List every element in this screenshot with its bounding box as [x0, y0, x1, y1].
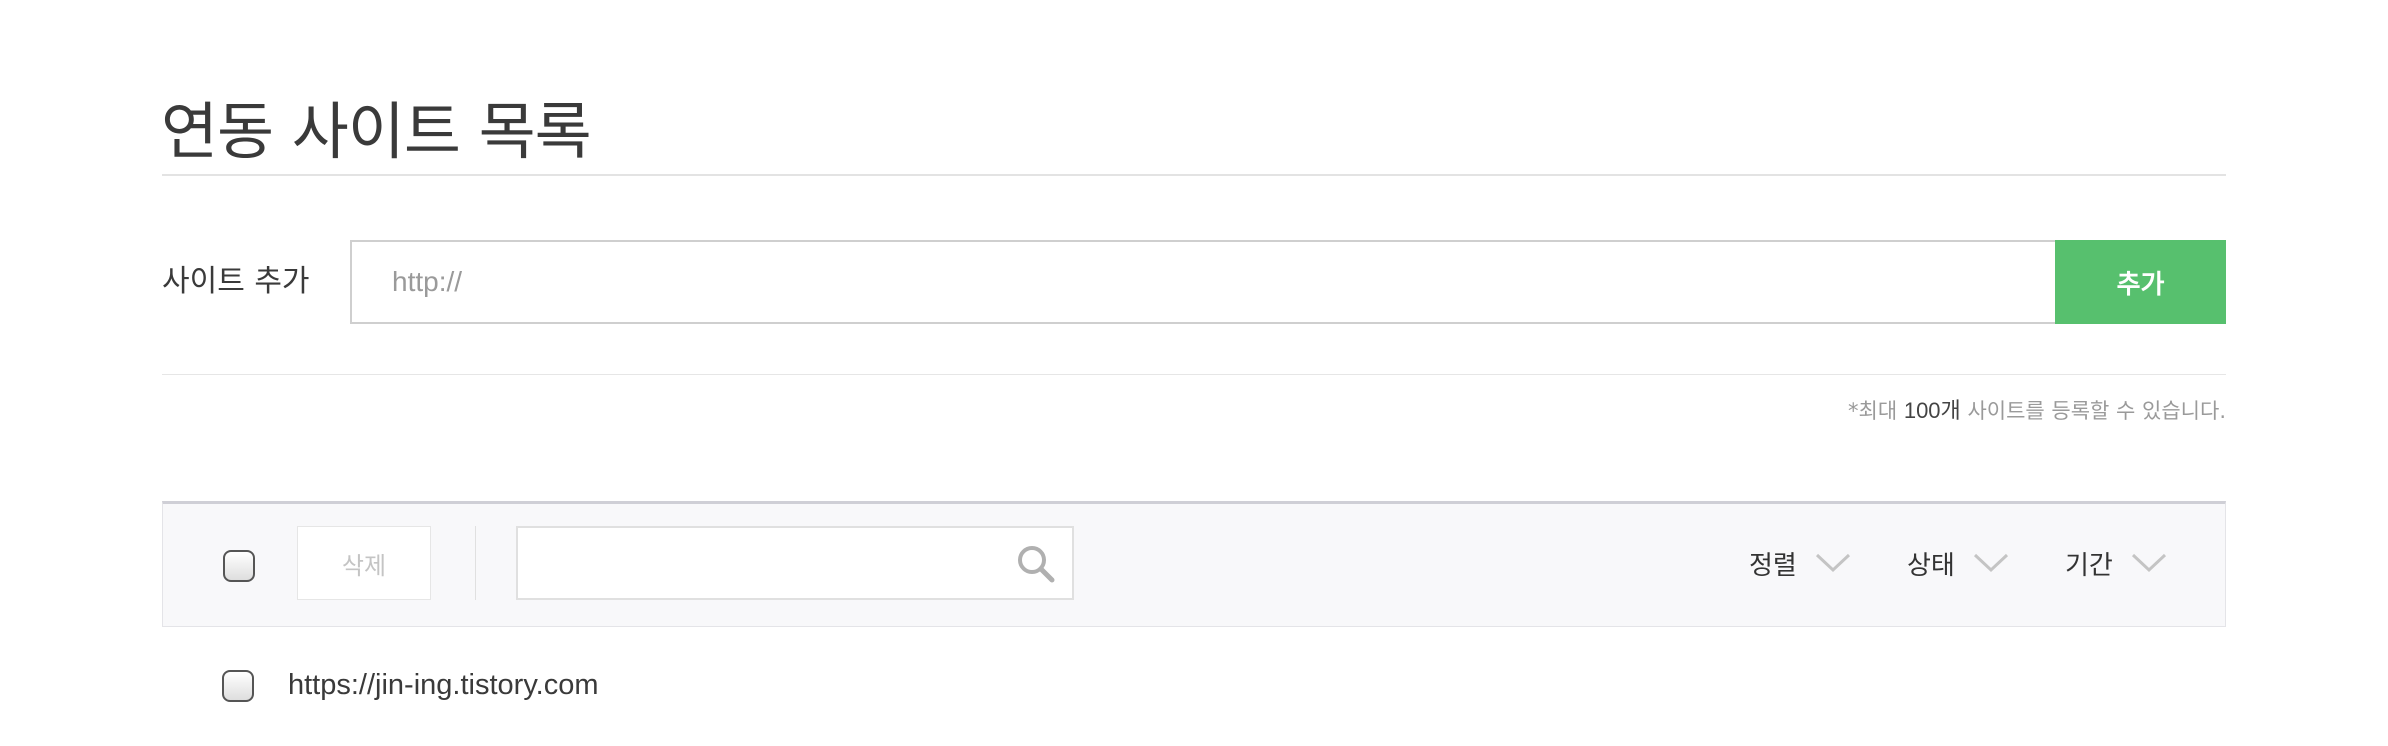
title-divider [162, 174, 2226, 176]
sort-dropdown-label: 정렬 [1749, 550, 1797, 581]
select-all-checkbox[interactable] [223, 550, 255, 582]
period-dropdown-label: 기간 [2065, 550, 2113, 581]
add-site-label: 사이트 추가 [162, 264, 310, 299]
toolbar-separator [475, 526, 476, 600]
limit-note-count: 100개 [1903, 398, 1961, 423]
sort-dropdown[interactable]: 정렬 [1749, 526, 1851, 600]
chevron-down-icon [1973, 553, 2008, 573]
add-site-button[interactable]: 추가 [2055, 240, 2226, 324]
add-site-row: 사이트 추가 추가 [162, 240, 2226, 324]
list-item: https://jin-ing.tistory.com [162, 650, 2226, 720]
site-url-input[interactable] [350, 240, 2094, 324]
search-icon[interactable] [1014, 542, 1058, 586]
list-toolbar: 삭제 정렬 상태 기간 [162, 501, 2226, 627]
limit-note-suffix: 사이트를 등록할 수 있습니다. [1960, 399, 2226, 423]
chevron-down-icon [1815, 553, 1850, 573]
add-row-divider [162, 374, 2226, 375]
delete-button[interactable]: 삭제 [297, 526, 431, 600]
limit-note-prefix: *최대 [1848, 399, 1904, 423]
site-limit-note: *최대 100개 사이트를 등록할 수 있습니다. [1848, 396, 2226, 426]
search-box [516, 526, 1074, 600]
page-title: 연동 사이트 목록 [161, 94, 592, 168]
chevron-down-icon [2131, 553, 2166, 573]
search-input[interactable] [518, 528, 1030, 598]
status-dropdown[interactable]: 상태 [1907, 526, 2009, 600]
site-checkbox[interactable] [222, 670, 254, 702]
status-dropdown-label: 상태 [1907, 550, 1955, 581]
period-dropdown[interactable]: 기간 [2065, 526, 2167, 600]
site-url[interactable]: https://jin-ing.tistory.com [288, 650, 599, 720]
